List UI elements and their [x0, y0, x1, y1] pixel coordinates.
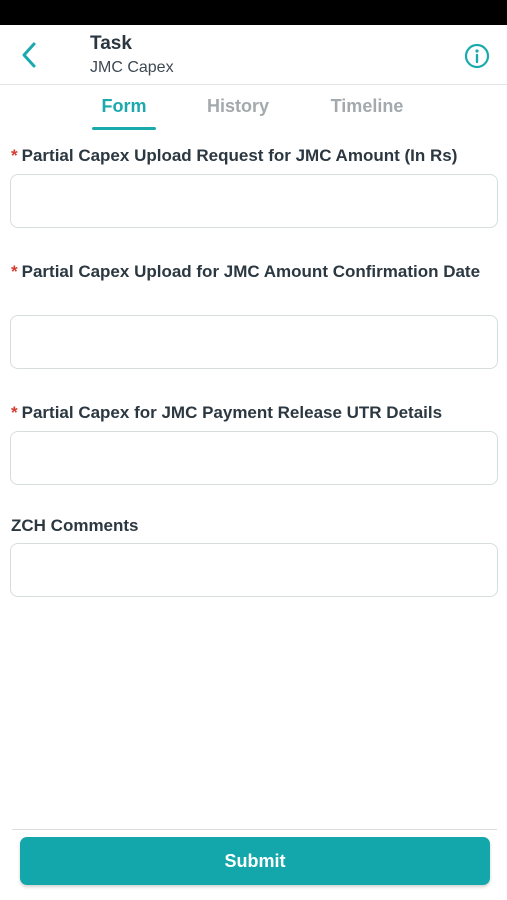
- tab-timeline[interactable]: Timeline: [324, 96, 410, 117]
- active-tab-indicator: [92, 127, 156, 130]
- status-bar: [0, 0, 507, 25]
- tab-form[interactable]: Form: [92, 96, 156, 117]
- field-label-confirmation-date: * Partial Capex Upload for JMC Amount Con…: [11, 262, 481, 281]
- zch-comments-input[interactable]: [10, 543, 498, 597]
- required-marker: *: [11, 403, 18, 422]
- tab-bar: Form History Timeline: [0, 86, 507, 132]
- back-button[interactable]: [14, 39, 44, 71]
- field-label-zch-comments: ZCH Comments: [11, 516, 139, 535]
- field-label-capex-request-amount: * Partial Capex Upload Request for JMC Am…: [11, 146, 458, 165]
- field-label-utr-details: * Partial Capex for JMC Payment Release U…: [11, 403, 443, 422]
- footer-divider: [12, 829, 497, 830]
- page-title: Task: [90, 33, 132, 54]
- required-marker: *: [11, 262, 18, 281]
- capex-request-amount-input[interactable]: [10, 174, 498, 228]
- info-circle-icon: [464, 43, 490, 69]
- confirmation-date-input[interactable]: [10, 315, 498, 369]
- utr-details-input[interactable]: [10, 431, 498, 485]
- page-subtitle: JMC Capex: [90, 59, 174, 76]
- tab-history[interactable]: History: [200, 96, 276, 117]
- info-button[interactable]: [463, 42, 491, 70]
- submit-button[interactable]: Submit: [20, 837, 490, 885]
- app-header: Task JMC Capex: [0, 25, 507, 85]
- required-marker: *: [11, 146, 18, 165]
- chevron-left-icon: [22, 42, 36, 68]
